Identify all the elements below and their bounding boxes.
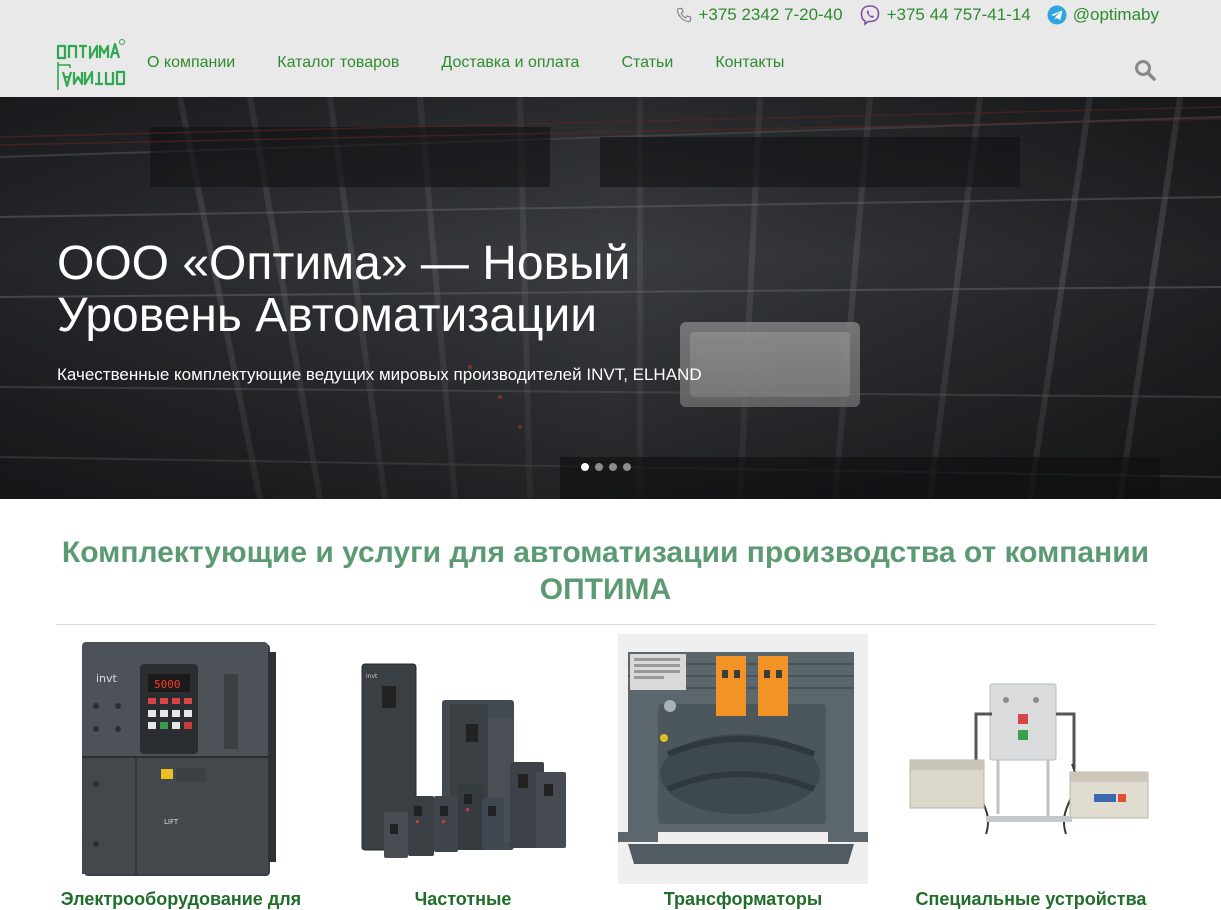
product-image-special-devices xyxy=(909,683,1149,835)
viber-link[interactable]: +375 44 757-41-14 xyxy=(859,4,1031,26)
site-header: +375 2342 7-20-40 +375 44 757-41-14 @opt… xyxy=(0,0,1221,97)
viber-icon xyxy=(859,4,881,26)
product-card-transformers[interactable]: Трансформаторы xyxy=(618,634,868,909)
svg-text:invt: invt xyxy=(366,673,378,680)
hero-title: ООО «Оптима» — Новый Уровень Автоматизац… xyxy=(57,237,631,342)
nav-delivery[interactable]: Доставка и оплата xyxy=(441,54,579,72)
slider-dots xyxy=(581,463,631,471)
slider-dot-4[interactable] xyxy=(623,463,631,471)
viber-number: +375 44 757-41-14 xyxy=(886,5,1031,24)
slider-dot-1[interactable] xyxy=(581,463,589,471)
product-grid: invt 5000 LIFT Электрооборудование для i… xyxy=(56,634,1156,909)
hero-subtitle: Качественные комплектующие ведущих миров… xyxy=(57,365,702,384)
slider-dot-3[interactable] xyxy=(609,463,617,471)
hero-slider: ООО «Оптима» — Новый Уровень Автоматизац… xyxy=(0,97,1221,499)
product-image-frequency-drives: invt xyxy=(361,663,566,858)
nav-catalog[interactable]: Каталог товаров xyxy=(277,54,399,72)
nav-contacts[interactable]: Контакты xyxy=(715,54,784,72)
svg-text:5000: 5000 xyxy=(154,678,181,691)
svg-text:invt: invt xyxy=(96,672,118,685)
product-card-electro[interactable]: invt 5000 LIFT Электрооборудование для xyxy=(56,634,306,909)
telegram-link[interactable]: @optimaby xyxy=(1047,5,1159,25)
main-nav: О компании Каталог товаров Доставка и оп… xyxy=(147,54,826,72)
nav-about[interactable]: О компании xyxy=(147,54,235,72)
divider xyxy=(56,624,1156,625)
product-image-invt-drive: invt 5000 LIFT xyxy=(82,642,276,876)
svg-text:LIFT: LIFT xyxy=(164,818,179,826)
product-card-special[interactable]: Специальные устройства xyxy=(906,634,1156,909)
section-title: Комплектующие и услуги для автоматизации… xyxy=(61,536,1150,606)
nav-articles[interactable]: Статьи xyxy=(621,54,673,72)
product-card-vfd[interactable]: invt Частотные xyxy=(338,634,588,909)
slider-dot-2[interactable] xyxy=(595,463,603,471)
phone-number: +375 2342 7-20-40 xyxy=(698,5,843,24)
contact-bar: +375 2342 7-20-40 +375 44 757-41-14 @opt… xyxy=(676,2,1159,28)
telegram-icon xyxy=(1047,5,1067,25)
search-icon[interactable] xyxy=(1134,59,1156,81)
phone-link[interactable]: +375 2342 7-20-40 xyxy=(676,5,843,25)
optima-logo[interactable] xyxy=(56,38,126,92)
product-image-transformer xyxy=(618,634,868,884)
phone-icon xyxy=(676,7,692,23)
telegram-handle: @optimaby xyxy=(1072,5,1159,24)
